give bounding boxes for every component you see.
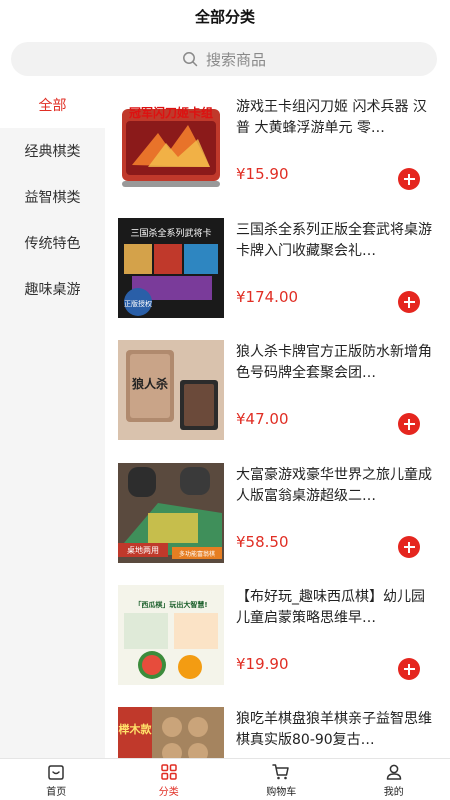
product-card[interactable]: 桌地两用 多功能富翁棋 大富豪游戏豪华世界之旅儿童成人版富翁桌游超级二… ¥58… — [118, 463, 448, 563]
tab-home[interactable]: 首页 — [0, 759, 113, 800]
category-sidebar: 全部 经典棋类 益智棋类 传统特色 趣味桌游 — [0, 82, 105, 758]
product-card[interactable]: 冠军闪刀姬卡组 游戏王卡组闪刀姬 闪术兵器 汉普 大黄蜂浮游单元 零… ¥15.… — [118, 95, 448, 195]
product-title[interactable]: 游戏王卡组闪刀姬 闪术兵器 汉普 大黄蜂浮游单元 零… — [236, 97, 432, 139]
sidebar-item-all[interactable]: 全部 — [0, 82, 105, 128]
product-list: 冠军闪刀姬卡组 游戏王卡组闪刀姬 闪术兵器 汉普 大黄蜂浮游单元 零… ¥15.… — [105, 82, 450, 758]
add-to-cart-button[interactable] — [398, 168, 420, 190]
thumb-text: 「西瓜棋」玩出大智慧! — [134, 600, 207, 609]
product-image[interactable]: 三国杀全系列武将卡 正版授权 — [118, 218, 224, 318]
tab-label: 首页 — [46, 786, 67, 798]
search-placeholder: 搜索商品 — [205, 50, 266, 69]
product-price: ¥47.00 — [236, 410, 289, 428]
product-image[interactable]: 狼人杀 — [118, 340, 224, 440]
product-title[interactable]: 三国杀全系列正版全套武将桌游卡牌入门收藏聚会礼… — [236, 220, 432, 262]
product-image[interactable]: 冠军闪刀姬卡组 — [118, 95, 224, 195]
product-image[interactable]: 「西瓜棋」玩出大智慧! — [118, 585, 224, 685]
product-price: ¥174.00 — [236, 288, 299, 306]
category-grid-icon — [161, 763, 177, 780]
sidebar-item-traditional[interactable]: 传统特色 — [0, 220, 105, 266]
page-title: 全部分类 — [194, 7, 255, 26]
tab-profile[interactable]: 我的 — [338, 759, 450, 800]
tab-label: 购物车 — [266, 786, 297, 798]
top-header: 全部分类 — [0, 0, 450, 32]
product-title[interactable]: 狼人杀卡牌官方正版防水新增角色号码牌全套聚会团… — [236, 342, 432, 384]
thumb-text: 三国杀全系列武将卡 — [130, 227, 211, 239]
sidebar-item-board-games[interactable]: 趣味桌游 — [0, 266, 105, 312]
add-to-cart-button[interactable] — [398, 536, 420, 558]
product-image[interactable]: 榉木款 — [118, 707, 224, 758]
thumb-badge: 正版授权 — [124, 299, 152, 308]
home-icon — [48, 764, 64, 780]
product-card[interactable]: 榉木款 狼吃羊棋盘狼羊棋亲子益智思维棋真实版80-90复古… — [118, 707, 448, 758]
search-icon — [183, 52, 198, 67]
product-price: ¥19.90 — [236, 655, 289, 673]
product-card[interactable]: 「西瓜棋」玩出大智慧! 【布好玩_趣味西瓜棋】幼儿园儿童启蒙策略思维早… ¥19… — [118, 585, 448, 685]
product-title[interactable]: 大富豪游戏豪华世界之旅儿童成人版富翁桌游超级二… — [236, 465, 432, 507]
product-title[interactable]: 【布好玩_趣味西瓜棋】幼儿园儿童启蒙策略思维早… — [236, 587, 432, 629]
product-card[interactable]: 三国杀全系列武将卡 正版授权 三国杀全系列正版全套武将桌游卡牌入门收藏聚会礼… … — [118, 218, 448, 318]
user-icon — [386, 764, 401, 780]
thumb-text: 狼人杀 — [132, 376, 168, 391]
tab-cart[interactable]: 购物车 — [225, 759, 338, 800]
product-card[interactable]: 狼人杀 狼人杀卡牌官方正版防水新增角色号码牌全套聚会团… ¥47.00 — [118, 340, 448, 440]
tab-label: 分类 — [158, 786, 179, 798]
add-to-cart-button[interactable] — [398, 413, 420, 435]
bottom-tab-bar: 首页 分类 购物车 我的 — [0, 758, 450, 800]
thumb-text: 榉木款 — [119, 722, 153, 736]
sidebar-item-classic-chess[interactable]: 经典棋类 — [0, 128, 105, 174]
product-price: ¥58.50 — [236, 533, 289, 551]
product-title[interactable]: 狼吃羊棋盘狼羊棋亲子益智思维棋真实版80-90复古… — [236, 709, 432, 751]
tab-label: 我的 — [383, 786, 404, 798]
thumb-badge: 多功能富翁棋 — [179, 550, 215, 558]
thumb-text: 冠军闪刀姬卡组 — [129, 105, 213, 120]
product-image[interactable]: 桌地两用 多功能富翁棋 — [118, 463, 224, 563]
cart-icon — [272, 763, 289, 779]
tab-category[interactable]: 分类 — [113, 759, 226, 800]
thumb-text: 桌地两用 — [127, 545, 159, 555]
search-bar[interactable]: 搜索商品 — [11, 42, 437, 76]
sidebar-item-puzzle-chess[interactable]: 益智棋类 — [0, 174, 105, 220]
add-to-cart-button[interactable] — [398, 291, 420, 313]
product-price: ¥15.90 — [236, 165, 289, 183]
add-to-cart-button[interactable] — [398, 658, 420, 680]
